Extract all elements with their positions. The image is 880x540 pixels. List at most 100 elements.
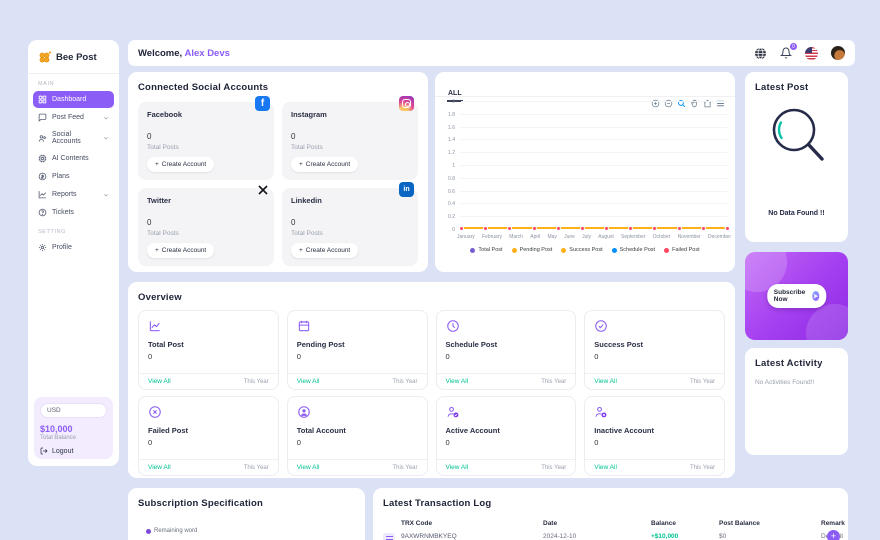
data-point-marker[interactable] — [556, 226, 561, 231]
social-posts-label: Total Posts — [291, 144, 409, 151]
stat-card-total-post: Total Post 0 View AllThis Year — [138, 310, 279, 390]
legend-item[interactable]: Schedule Post — [612, 247, 655, 253]
data-point-marker[interactable] — [532, 226, 537, 231]
legend-item[interactable]: Failed Post — [664, 247, 700, 253]
dashboard-page: Bee Post MAIN Dashboard Post Feed Social… — [0, 0, 880, 540]
plus-icon: + — [299, 247, 303, 254]
stat-value: 0 — [594, 352, 715, 361]
create-account-button[interactable]: +Create Account — [291, 157, 358, 172]
create-account-button[interactable]: +Create Account — [291, 243, 358, 258]
us-flag-icon[interactable] — [805, 47, 818, 60]
welcome-text: Welcome, Alex Devs — [138, 48, 230, 59]
view-all-link[interactable]: View All — [446, 464, 469, 471]
subscribe-now-button[interactable]: Subscribe Now ➤ — [767, 284, 826, 308]
legend-item-remaining-word[interactable]: Remaining word — [146, 528, 197, 534]
stat-value: 0 — [148, 438, 269, 447]
column-header: Date — [543, 520, 651, 527]
stat-label: Total Post — [148, 340, 269, 349]
currency-select[interactable]: USD — [40, 403, 107, 418]
sidebar-item-ai-contents[interactable]: AI Contents — [33, 150, 114, 167]
legend-label: Schedule Post — [620, 247, 655, 253]
view-all-link[interactable]: View All — [148, 378, 171, 385]
user-circle-icon — [297, 405, 418, 419]
chart-plot-area[interactable]: 21.81.61.41.210.80.60.40.20 — [461, 101, 727, 229]
magnifier-illustration — [745, 102, 848, 174]
stat-value: 0 — [446, 352, 567, 361]
stat-card-pending-post: Pending Post 0 View AllThis Year — [287, 310, 428, 390]
logout-button[interactable]: Logout — [40, 447, 107, 455]
data-point-marker[interactable] — [507, 226, 512, 231]
legend-item[interactable]: Total Post — [470, 247, 502, 253]
sidebar-item-post-feed[interactable]: Post Feed — [33, 109, 114, 126]
y-axis-tick: 1.8 — [435, 112, 455, 118]
sidebar-item-reports[interactable]: Reports — [33, 186, 114, 203]
sidebar-item-dashboard[interactable]: Dashboard — [33, 91, 114, 108]
clock-icon — [446, 319, 567, 333]
overview-panel: Overview Total Post 0 View AllThis Year … — [128, 282, 735, 478]
social-card-facebook: f Facebook 0 Total Posts +Create Account — [138, 102, 274, 180]
ai-contents-icon — [38, 154, 47, 163]
bell-icon[interactable]: 0 — [780, 47, 792, 59]
data-point-marker[interactable] — [580, 226, 585, 231]
legend-item[interactable]: Pending Post — [512, 247, 553, 253]
total-balance-label: Total Balance — [40, 435, 107, 441]
data-point-marker[interactable] — [604, 226, 609, 231]
period-label: This Year — [392, 465, 417, 471]
stat-card-inactive-account: Inactive Account 0 View AllThis Year — [584, 396, 725, 476]
y-axis-tick: 0.6 — [435, 189, 455, 195]
data-point-marker[interactable] — [677, 226, 682, 231]
stat-label: Total Account — [297, 426, 418, 435]
stat-value: 0 — [594, 438, 715, 447]
data-point-marker[interactable] — [459, 226, 464, 231]
nav-section-main: MAIN — [28, 74, 119, 90]
sidebar-item-label: Tickets — [52, 209, 74, 216]
gear-icon — [38, 243, 47, 252]
panel-title: Overview — [138, 292, 725, 303]
y-axis-tick: 0.8 — [435, 176, 455, 182]
sidebar-item-social-accounts[interactable]: Social Accounts — [33, 127, 114, 149]
chevron-down-icon — [103, 115, 109, 121]
legend-item[interactable]: Success Post — [561, 247, 602, 253]
dashboard-icon — [38, 95, 47, 104]
sidebar-item-plans[interactable]: Plans — [33, 168, 114, 185]
create-account-button[interactable]: +Create Account — [147, 243, 214, 258]
panel-title: Connected Social Accounts — [138, 82, 418, 93]
transactions-table: TRX Code Date Balance Post Balance Remar… — [383, 520, 838, 540]
x-axis-label: December — [708, 234, 731, 240]
chevron-down-icon — [103, 135, 109, 141]
view-all-link[interactable]: View All — [148, 464, 171, 471]
brand[interactable]: Bee Post — [28, 48, 119, 74]
y-axis-tick: 1.4 — [435, 137, 455, 143]
view-all-link[interactable]: View All — [594, 378, 617, 385]
legend-dot — [146, 529, 151, 534]
stat-label: Pending Post — [297, 340, 418, 349]
data-point-marker[interactable] — [483, 226, 488, 231]
sidebar-item-label: Profile — [52, 244, 72, 251]
create-account-button[interactable]: +Create Account — [147, 157, 214, 172]
view-all-link[interactable]: View All — [594, 464, 617, 471]
twitter-x-icon — [255, 182, 270, 197]
data-point-marker[interactable] — [725, 226, 730, 231]
check-circle-icon — [594, 319, 715, 333]
sidebar-item-profile[interactable]: Profile — [33, 239, 114, 256]
avatar[interactable] — [831, 46, 845, 60]
expand-row-button[interactable]: + — [827, 530, 840, 540]
view-all-link[interactable]: View All — [297, 464, 320, 471]
period-label: This Year — [690, 379, 715, 385]
legend-label: Total Post — [478, 247, 502, 253]
sidebar-item-tickets[interactable]: Tickets — [33, 204, 114, 221]
latest-post-panel: Latest Post No Data Found !! — [745, 72, 848, 242]
stat-value: 0 — [148, 352, 269, 361]
data-point-marker[interactable] — [701, 226, 706, 231]
username: Alex Devs — [184, 48, 229, 59]
chart-x-axis: JanuaryFebruaryMarchAprilMayJuneJulyAugu… — [457, 234, 731, 240]
data-point-marker[interactable] — [628, 226, 633, 231]
social-name: Instagram — [291, 110, 409, 119]
logout-icon — [40, 447, 48, 455]
view-all-link[interactable]: View All — [446, 378, 469, 385]
social-accounts-icon — [38, 134, 47, 143]
subscription-specification-panel: Subscription Specification Remaining wor… — [128, 488, 365, 540]
view-all-link[interactable]: View All — [297, 378, 320, 385]
social-name: Facebook — [147, 110, 265, 119]
globe-icon[interactable] — [754, 47, 767, 60]
